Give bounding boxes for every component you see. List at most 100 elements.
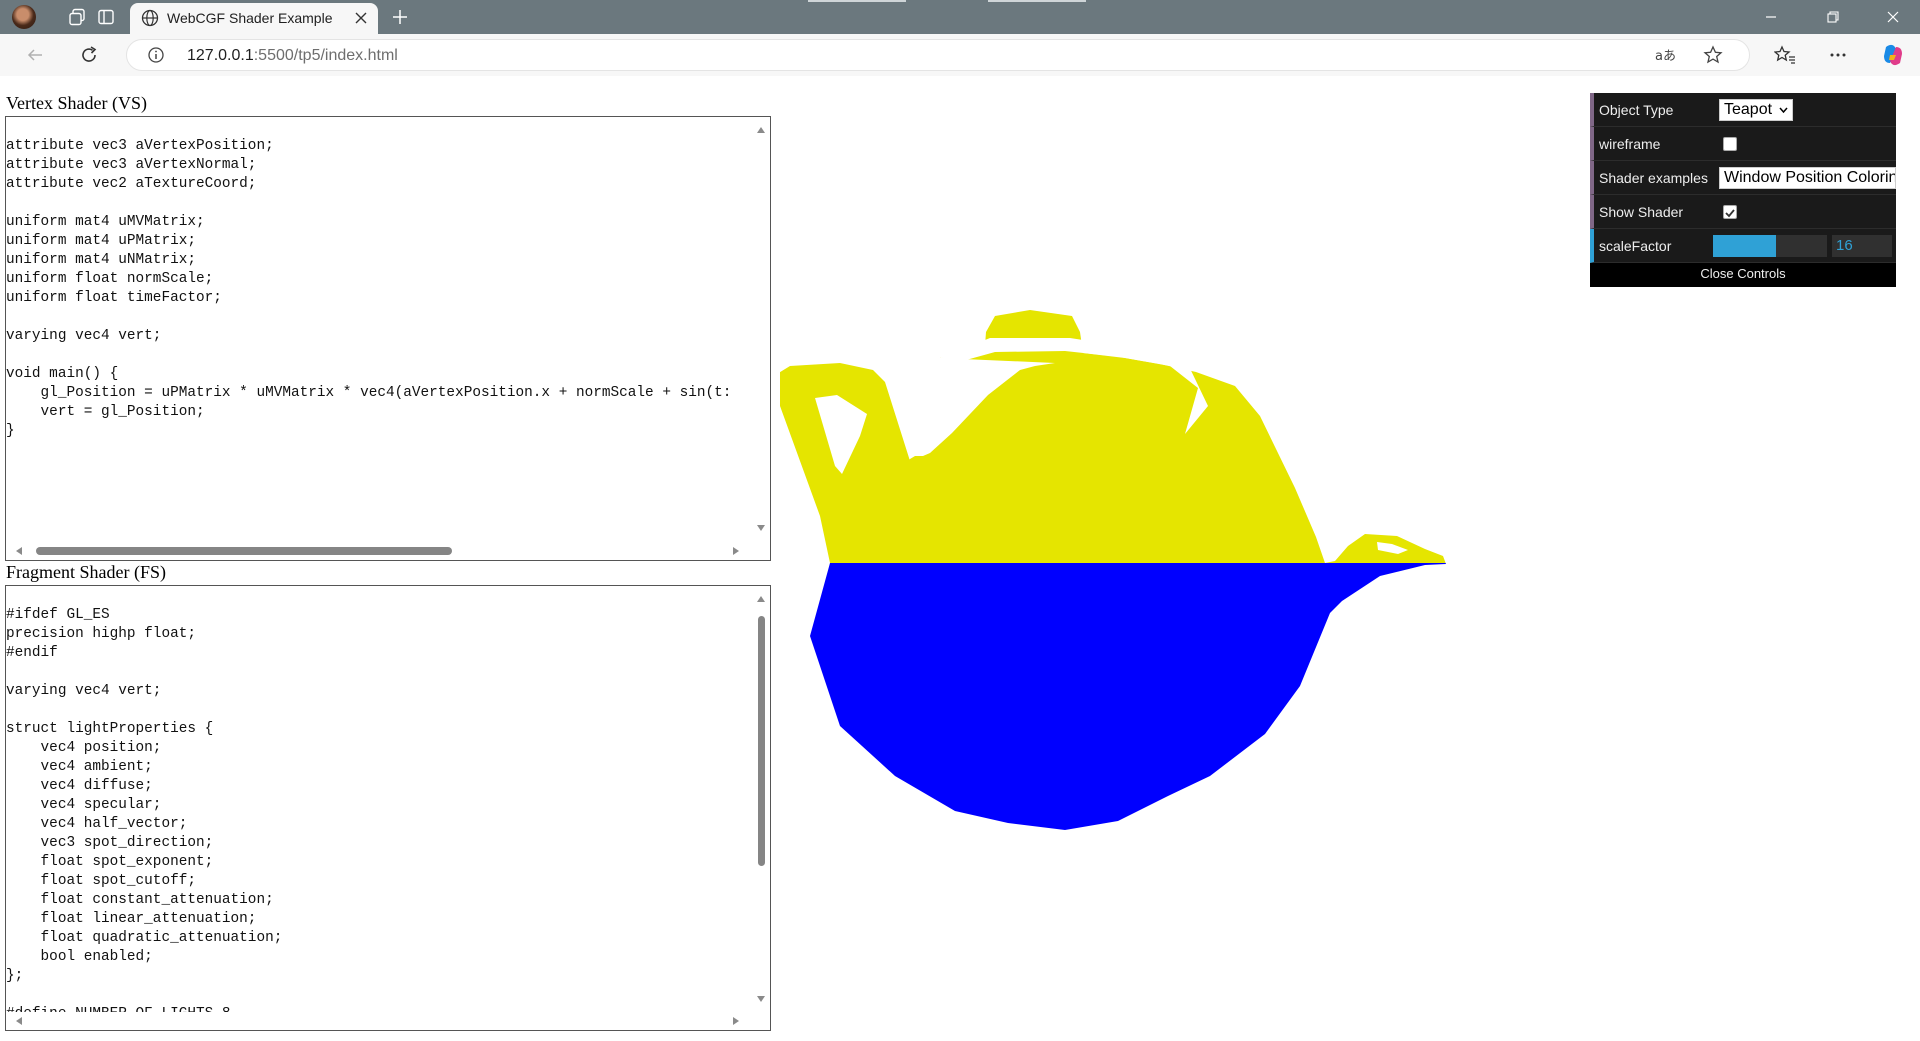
controls-panel: Object Type Teapot wireframe Shader exam… <box>1590 93 1896 287</box>
fragment-code-line: }; <box>6 968 24 984</box>
tab-title: WebCGF Shader Example <box>167 10 333 26</box>
fragment-horizontal-scrollbar[interactable] <box>6 1012 754 1030</box>
show-shader-label: Show Shader <box>1599 204 1684 220</box>
scale-factor-slider[interactable] <box>1713 235 1827 257</box>
minimize-icon[interactable] <box>1748 4 1794 30</box>
vertex-code-line: uniform float timeFactor; <box>6 290 222 306</box>
tab-webcgf-shader-example[interactable]: WebCGF Shader Example <box>130 3 378 34</box>
fragment-code-line <box>6 663 754 682</box>
site-info-icon[interactable] <box>147 46 165 69</box>
scale-factor-control: scaleFactor 16 <box>1590 229 1896 263</box>
vertex-code-line <box>6 346 754 365</box>
more-options-icon[interactable] <box>1823 40 1853 70</box>
vertex-vertical-scrollbar[interactable] <box>752 117 770 542</box>
fragment-code-line: float constant_attenuation; <box>6 892 274 908</box>
object-type-label: Object Type <box>1599 102 1674 118</box>
vertex-shader-code[interactable]: attribute vec3 aVertexPosition; attribute… <box>6 137 754 441</box>
tab-strip-indicator <box>808 0 906 2</box>
fragment-code-line: #endif <box>6 645 58 661</box>
fragment-code-line <box>6 986 754 1005</box>
tab-strip: WebCGF Shader Example <box>0 0 1920 34</box>
wireframe-label: wireframe <box>1599 136 1661 152</box>
checkmark-icon <box>1725 209 1735 218</box>
vertex-code-line: gl_Position = uPMatrix * uMVMatrix * vec… <box>6 385 732 401</box>
close-controls-button[interactable]: Close Controls <box>1590 263 1896 287</box>
fragment-code-line <box>6 701 754 720</box>
vertex-code-line: uniform float normScale; <box>6 271 214 287</box>
fragment-code-line: vec4 specular; <box>6 797 162 813</box>
scale-factor-slider-fill <box>1713 235 1776 257</box>
vertex-code-line: uniform mat4 uPMatrix; <box>6 233 196 249</box>
chevron-down-icon <box>1779 107 1788 114</box>
fragment-code-line: vec4 half_vector; <box>6 816 188 832</box>
close-window-icon[interactable] <box>1870 4 1916 30</box>
fragment-code-line: float linear_attenuation; <box>6 911 257 927</box>
shader-examples-value: Window Position Coloring <box>1724 169 1896 186</box>
close-tab-icon[interactable] <box>352 9 370 27</box>
fragment-code-line: float spot_cutoff; <box>6 873 196 889</box>
fragment-code-line: vec3 spot_direction; <box>6 835 214 851</box>
vertex-code-line: uniform mat4 uMVMatrix; <box>6 214 205 230</box>
object-type-select[interactable]: Teapot <box>1719 99 1793 121</box>
fragment-code-line: float spot_exponent; <box>6 854 214 870</box>
vertex-code-line: vert = gl_Position; <box>6 404 205 420</box>
address-bar[interactable]: 127.0.0.1:5500/tp5/index.html aあ <box>126 39 1750 71</box>
vertex-code-line: attribute vec3 aVertexNormal; <box>6 157 257 173</box>
vertex-code-line: } <box>6 423 15 439</box>
wireframe-control: wireframe <box>1590 127 1896 161</box>
url-path: :5500/tp5/index.html <box>253 47 398 64</box>
vertex-code-line: varying vec4 vert; <box>6 328 162 344</box>
fragment-code-line: struct lightProperties { <box>6 721 214 737</box>
new-tab-button[interactable] <box>388 5 412 29</box>
vertex-code-line: uniform mat4 uNMatrix; <box>6 252 196 268</box>
fragment-shader-code[interactable]: #ifdef GL_ES precision highp float; #endif… <box>6 606 754 1024</box>
restore-icon[interactable] <box>1810 4 1856 30</box>
profile-avatar[interactable] <box>12 5 36 29</box>
fragment-code-line: vec4 position; <box>6 740 162 756</box>
shader-examples-label: Shader examples <box>1599 170 1708 186</box>
favorites-icon[interactable] <box>1770 40 1800 70</box>
refresh-icon[interactable] <box>74 40 104 70</box>
vertical-tabs-icon[interactable] <box>92 5 120 29</box>
wireframe-checkbox[interactable] <box>1723 137 1737 151</box>
tab-strip-indicator <box>988 0 1086 2</box>
fragment-scroll-thumb[interactable] <box>758 616 765 866</box>
scale-factor-input[interactable]: 16 <box>1832 235 1892 257</box>
vertex-shader-editor[interactable]: attribute vec3 aVertexPosition; attribute… <box>5 116 771 561</box>
read-aloud-icon[interactable]: aあ <box>1655 46 1677 69</box>
show-shader-control: Show Shader <box>1590 195 1896 229</box>
fragment-shader-title: Fragment Shader (FS) <box>6 562 166 582</box>
vertex-code-line: void main() { <box>6 366 119 382</box>
fragment-code-line: float quadratic_attenuation; <box>6 930 283 946</box>
workspaces-icon[interactable] <box>63 5 91 29</box>
vertex-scroll-thumb[interactable] <box>36 547 452 555</box>
object-type-value: Teapot <box>1724 101 1773 118</box>
favorite-star-icon[interactable] <box>1703 45 1723 70</box>
vertex-code-line: attribute vec3 aVertexPosition; <box>6 138 274 154</box>
fragment-code-line: precision highp float; <box>6 626 196 642</box>
fragment-vertical-scrollbar[interactable] <box>752 586 770 1012</box>
vertex-code-line <box>6 194 754 213</box>
back-arrow-icon[interactable] <box>20 40 50 70</box>
vertex-code-line: attribute vec2 aTextureCoord; <box>6 176 257 192</box>
page-content: Vertex Shader (VS) attribute vec3 aVerte… <box>0 76 1920 1041</box>
shader-examples-select[interactable]: Window Position Coloring <box>1719 167 1896 189</box>
fragment-code-line: #ifdef GL_ES <box>6 607 110 623</box>
vertex-code-line <box>6 308 754 327</box>
fragment-shader-editor[interactable]: #ifdef GL_ES precision highp float; #endif… <box>5 585 771 1031</box>
shader-examples-control: Shader examples Window Position Coloring <box>1590 161 1896 195</box>
browser-toolbar: 127.0.0.1:5500/tp5/index.html aあ <box>0 34 1920 76</box>
svg-text:aあ: aあ <box>1655 49 1676 64</box>
url-text[interactable]: 127.0.0.1:5500/tp5/index.html <box>187 47 398 65</box>
scale-factor-label: scaleFactor <box>1599 238 1672 254</box>
vertex-shader-title: Vertex Shader (VS) <box>6 93 147 113</box>
fragment-code-line: bool enabled; <box>6 949 153 965</box>
copilot-icon[interactable] <box>1878 40 1908 70</box>
show-shader-checkbox[interactable] <box>1723 205 1737 219</box>
fragment-code-line: vec4 ambient; <box>6 759 153 775</box>
fragment-code-line: vec4 diffuse; <box>6 778 153 794</box>
object-type-control: Object Type Teapot <box>1590 93 1896 127</box>
fragment-code-line: varying vec4 vert; <box>6 683 162 699</box>
vertex-horizontal-scrollbar[interactable] <box>6 542 754 560</box>
globe-icon <box>141 9 159 32</box>
